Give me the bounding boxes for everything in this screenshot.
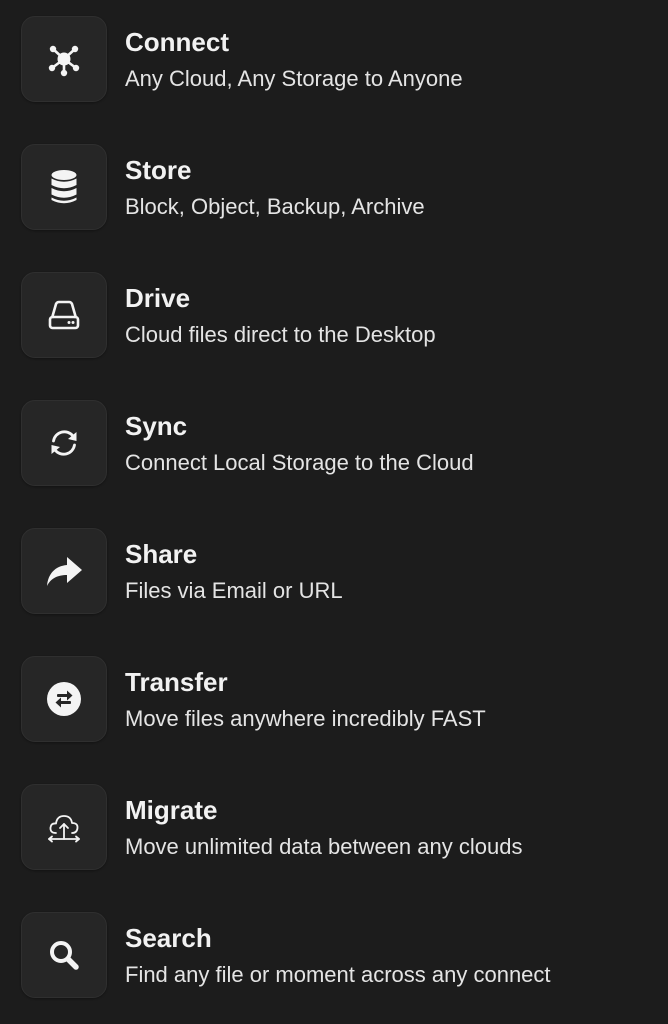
network-hub-icon [48, 45, 80, 77]
menu-item-search[interactable]: Search Find any file or moment across an… [0, 896, 668, 1024]
feature-menu: Connect Any Cloud, Any Storage to Anyone… [0, 0, 668, 1020]
menu-item-title: Migrate [125, 795, 218, 825]
icon-tile [21, 656, 107, 742]
menu-item-title: Sync [125, 411, 188, 441]
menu-item-subtitle: Any Cloud, Any Storage to Anyone [125, 66, 463, 91]
icon-tile [21, 528, 107, 614]
icon-tile [21, 784, 107, 870]
menu-item-title: Transfer [125, 667, 228, 697]
menu-item-migrate[interactable]: Migrate Move unlimited data between any … [0, 768, 668, 896]
share-arrow-icon [47, 557, 82, 586]
menu-item-title: Connect [125, 27, 229, 57]
icon-tile [21, 144, 107, 230]
transfer-exchange-icon [47, 682, 81, 716]
menu-item-store[interactable]: Store Block, Object, Backup, Archive [0, 128, 668, 256]
menu-item-subtitle: Move files anywhere incredibly FAST [125, 706, 486, 731]
menu-item-title: Share [125, 539, 198, 569]
menu-item-title: Drive [125, 283, 191, 313]
icon-tile [21, 16, 107, 102]
cloud-upload-icon [48, 815, 80, 843]
menu-item-subtitle: Connect Local Storage to the Cloud [125, 450, 474, 475]
icon-tile [21, 400, 107, 486]
menu-item-share[interactable]: Share Files via Email or URL [0, 512, 668, 640]
menu-item-connect[interactable]: Connect Any Cloud, Any Storage to Anyone [0, 0, 668, 128]
database-icon [51, 170, 77, 204]
menu-item-subtitle: Files via Email or URL [125, 578, 343, 603]
menu-item-sync[interactable]: Sync Connect Local Storage to the Cloud [0, 384, 668, 512]
menu-item-title: Search [125, 923, 212, 953]
menu-item-transfer[interactable]: Transfer Move files anywhere incredibly … [0, 640, 668, 768]
menu-item-drive[interactable]: Drive Cloud files direct to the Desktop [0, 256, 668, 384]
menu-item-subtitle: Find any file or moment across any conne… [125, 962, 551, 987]
search-icon [50, 941, 79, 970]
sync-arrows-icon [51, 430, 77, 456]
menu-item-title: Store [125, 155, 192, 185]
hard-drive-icon [48, 300, 80, 330]
menu-item-subtitle: Move unlimited data between any clouds [125, 834, 523, 859]
menu-item-subtitle: Cloud files direct to the Desktop [125, 322, 436, 347]
menu-item-subtitle: Block, Object, Backup, Archive [125, 194, 425, 219]
icon-tile [21, 272, 107, 358]
icon-tile [21, 912, 107, 998]
